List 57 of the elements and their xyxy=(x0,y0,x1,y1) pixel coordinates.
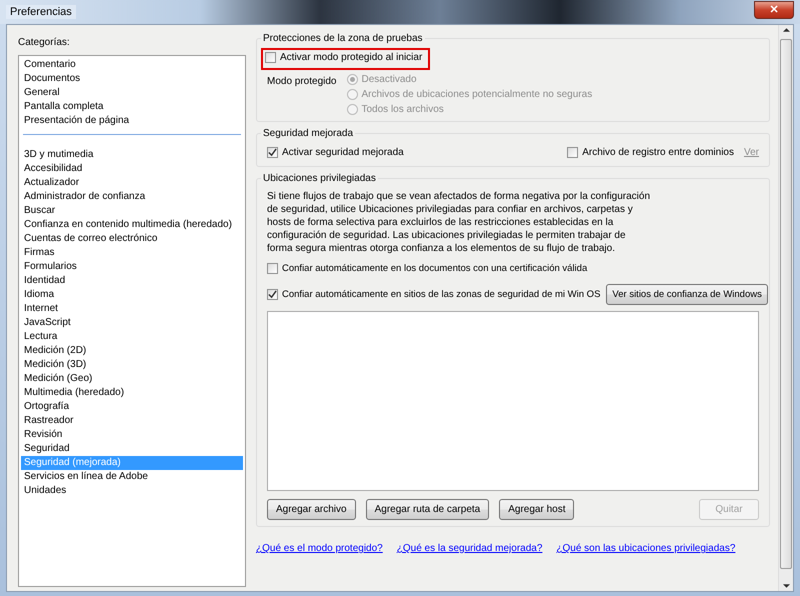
category-item[interactable]: Administrador de confianza xyxy=(21,190,243,204)
window-title: Preferencias xyxy=(6,5,76,19)
category-item[interactable]: Cuentas de correo electrónico xyxy=(21,232,243,246)
category-item[interactable]: Comentario xyxy=(21,58,243,72)
category-item[interactable]: Internet xyxy=(21,302,243,316)
help-link[interactable]: ¿Qué son las ubicaciones privilegiadas? xyxy=(556,543,736,554)
category-item[interactable]: General xyxy=(21,86,243,100)
category-item[interactable]: Presentación de página xyxy=(21,114,243,128)
category-item[interactable]: Unidades xyxy=(21,484,243,498)
down-arrow-icon[interactable] xyxy=(782,584,790,588)
category-item[interactable]: Lectura xyxy=(21,330,243,344)
category-item[interactable]: Accesibilidad xyxy=(21,162,243,176)
category-item[interactable]: Firmas xyxy=(21,246,243,260)
scrollbar[interactable] xyxy=(778,25,793,591)
category-item[interactable]: Medición (2D) xyxy=(21,344,243,358)
checkbox-square[interactable] xyxy=(267,147,278,158)
checkbox-square[interactable] xyxy=(265,52,276,63)
action-button[interactable]: Agregar archivo xyxy=(267,499,356,520)
checkbox-square[interactable] xyxy=(267,263,278,274)
category-item[interactable]: Identidad xyxy=(21,274,243,288)
action-button[interactable]: Agregar host xyxy=(499,499,574,520)
up-arrow-icon[interactable] xyxy=(782,28,790,32)
checkbox-label: Activar seguridad mejorada xyxy=(282,147,404,158)
category-item[interactable]: Multimedia (heredado) xyxy=(21,386,243,400)
category-item[interactable]: Servicios en línea de Adobe xyxy=(21,470,243,484)
help-link[interactable]: ¿Qué es el modo protegido? xyxy=(256,543,383,554)
windows-sites-button[interactable]: Ver sitios de confianza de Windows xyxy=(606,284,768,305)
category-item[interactable]: Idioma xyxy=(21,288,243,302)
radio-label: Desactivado xyxy=(362,74,417,85)
scrollbar-thumb[interactable] xyxy=(780,39,792,569)
checkbox-square[interactable] xyxy=(567,147,578,158)
group-title: Protecciones de la zona de pruebas xyxy=(262,33,424,44)
category-item[interactable]: 3D y mutimedia xyxy=(21,148,243,162)
close-button[interactable]: ✕ xyxy=(754,0,794,18)
category-item[interactable]: Confianza en contenido multimedia (heredado) xyxy=(21,218,243,232)
category-item[interactable]: Actualizador xyxy=(21,176,243,190)
checkbox[interactable]: Activar seguridad mejorada xyxy=(267,147,558,158)
category-item[interactable]: Medición (Geo) xyxy=(21,372,243,386)
checkbox-square[interactable] xyxy=(267,289,278,300)
category-item[interactable]: Buscar xyxy=(21,204,243,218)
category-item[interactable]: Formularios xyxy=(21,260,243,274)
action-button[interactable]: Agregar ruta de carpeta xyxy=(366,499,490,520)
category-item[interactable]: Medición (3D) xyxy=(21,358,243,372)
category-item[interactable]: JavaScript xyxy=(21,316,243,330)
category-item[interactable]: Seguridad xyxy=(21,442,243,456)
category-item[interactable]: Documentos xyxy=(21,72,243,86)
help-link[interactable]: ¿Qué es la seguridad mejorada? xyxy=(396,543,542,554)
group-title: Seguridad mejorada xyxy=(262,128,354,139)
categories-label: Categorías: xyxy=(18,37,71,50)
category-item[interactable]: Rastreador xyxy=(21,414,243,428)
category-item[interactable]: Ortografía xyxy=(21,400,243,414)
mode-label: Modo protegido xyxy=(267,75,336,89)
description-text: Si tiene flujos de trabajo que se vean afectados de forma negativa por la configuración de seguridad, utilice Ubicaciones privilegiadas para confiar en archivos, carpetas y hosts de forma selectiva para excluirlos de las restricciones establecidas en la configuración de seguridad. Las ubicaciones privilegiadas le permiten trabajar de forma segura mientras otorga confianza a los elementos de su flujo de trabajo. xyxy=(267,190,652,255)
radio-label: Todos los archivos xyxy=(362,104,444,115)
category-item[interactable]: Revisión xyxy=(21,428,243,442)
category-item[interactable]: Pantalla completa xyxy=(21,100,243,114)
group-title: Ubicaciones privilegiadas xyxy=(262,173,377,184)
